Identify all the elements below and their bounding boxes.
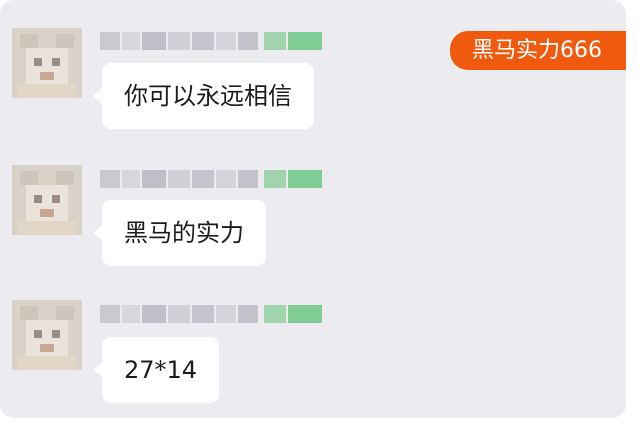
message-bubble[interactable]: 黑马的实力 bbox=[93, 200, 266, 266]
avatar[interactable] bbox=[12, 165, 82, 235]
avatar[interactable] bbox=[12, 28, 82, 98]
message-bubble[interactable]: 你可以永远相信 bbox=[93, 63, 314, 129]
sender-name-blurred bbox=[100, 305, 322, 323]
watermark-badge: 黑马实力666 bbox=[450, 31, 626, 70]
sender-name-blurred bbox=[100, 32, 322, 50]
sender-name-blurred bbox=[100, 170, 322, 188]
chat-screenshot: 黑马实力666 你可以永远相信 黑马的实力 27*14 bbox=[0, 0, 626, 418]
message-bubble[interactable]: 27*14 bbox=[92, 337, 220, 403]
avatar[interactable] bbox=[12, 300, 82, 370]
